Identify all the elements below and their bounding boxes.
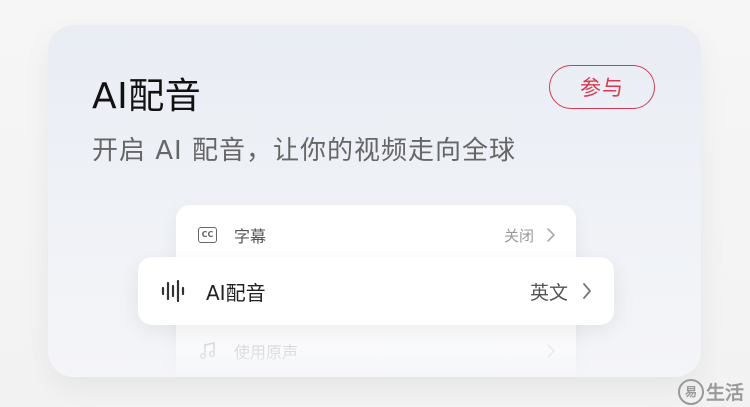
chevron-right-icon — [547, 344, 555, 358]
settings-row-label: 字幕 — [234, 227, 267, 246]
page: AI配音 参与 开启 AI 配音，让你的视频走向全球 CC 字幕 关闭 使用原声 — [0, 0, 750, 407]
waveform-icon — [161, 279, 185, 303]
cc-icon: CC — [198, 227, 217, 243]
settings-row-ai-dubbing[interactable]: AI配音 英文 — [138, 257, 614, 325]
settings-row-value: 英文 — [529, 282, 568, 304]
settings-row-subtitles[interactable]: CC 字幕 关闭 — [176, 207, 576, 263]
music-note-icon — [199, 342, 216, 360]
ai-dubbing-card: AI配音 参与 开启 AI 配音，让你的视频走向全球 CC 字幕 关闭 使用原声 — [48, 25, 701, 377]
watermark: 易 生活 — [677, 378, 744, 405]
chevron-right-icon — [547, 228, 555, 242]
chevron-right-icon — [583, 283, 591, 299]
settings-row-label: 使用原声 — [234, 343, 299, 362]
join-button[interactable]: 参与 — [549, 65, 655, 109]
settings-row-original-sound[interactable]: 使用原声 — [176, 323, 576, 377]
settings-row-value: 关闭 — [503, 226, 534, 245]
card-title: AI配音 — [92, 76, 202, 117]
card-subtitle: 开启 AI 配音，让你的视频走向全球 — [92, 136, 516, 166]
watermark-logo-icon: 易 — [677, 378, 704, 405]
watermark-text: 生活 — [705, 382, 744, 404]
settings-row-label: AI配音 — [206, 281, 266, 305]
